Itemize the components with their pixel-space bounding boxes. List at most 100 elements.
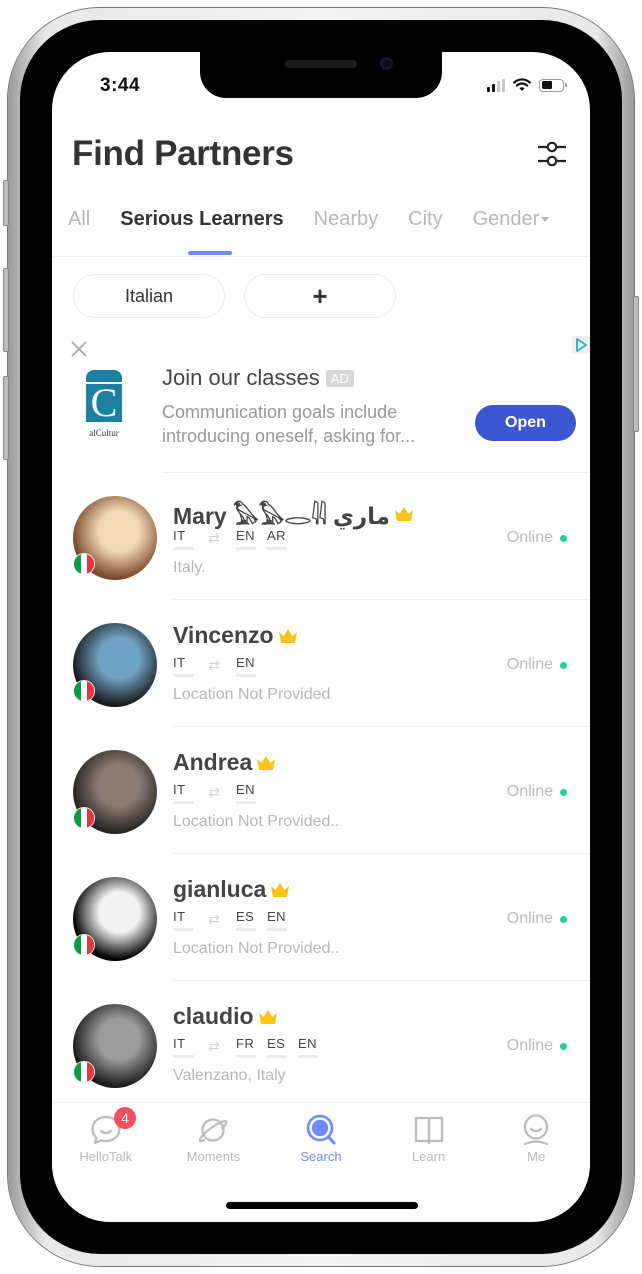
language-exchange: IT ⇄ FR ES EN — [173, 1036, 329, 1058]
filter-tabs: All Serious Learners Nearby City Gender — [68, 208, 550, 231]
mute-switch — [3, 180, 9, 226]
online-status-text: Online — [506, 656, 553, 673]
italy-flag-icon — [73, 1061, 95, 1083]
proficiency-bar — [267, 547, 287, 550]
vip-crown-icon — [271, 882, 290, 897]
ad-choices-button[interactable] — [572, 336, 590, 354]
language-exchange: IT ⇄ EN — [173, 782, 267, 804]
language-code: AR — [267, 528, 287, 543]
vip-crown-icon — [278, 628, 297, 643]
online-dot-icon — [560, 1042, 567, 1050]
unread-badge: 4 — [114, 1107, 136, 1129]
language-chip[interactable]: Italian — [73, 274, 225, 318]
proficiency-bar — [267, 1055, 287, 1058]
exchange-arrows-icon: ⇄ — [208, 657, 220, 673]
tab-city[interactable]: City — [408, 208, 442, 231]
language-en: EN — [236, 782, 256, 804]
partner-name-text: Andrea — [173, 749, 253, 775]
ad-description: Communication goals include introducing … — [162, 402, 416, 446]
proficiency-bar — [267, 928, 287, 931]
tab-all[interactable]: All — [68, 208, 90, 231]
partner-row[interactable]: claudio IT ⇄ FR ES EN Valenzano, Italy O… — [52, 981, 590, 1108]
language-en: EN — [267, 909, 287, 931]
tab-serious-learners[interactable]: Serious Learners — [120, 208, 283, 231]
online-status: Online — [507, 1037, 567, 1055]
language-code: IT — [173, 1036, 186, 1051]
online-status: Online — [507, 529, 567, 547]
vip-crown-icon — [395, 506, 414, 521]
cellular-signal-icon — [487, 78, 505, 92]
partner-name-text: claudio — [173, 1003, 254, 1029]
ad-title-text: Join our classes — [162, 365, 320, 390]
online-dot-icon — [560, 788, 567, 796]
online-dot-icon — [560, 534, 567, 542]
partner-name: gianluca — [173, 876, 290, 903]
language-code: ES — [267, 1036, 286, 1051]
proficiency-bar — [173, 1055, 194, 1058]
partner-location: Location Not Provided.. — [173, 940, 340, 957]
online-status-text: Online — [506, 910, 553, 927]
tabbar-moments[interactable]: Moments — [160, 1103, 268, 1170]
language-code: IT — [173, 655, 186, 670]
speaker — [285, 60, 357, 68]
proficiency-bar — [236, 801, 256, 804]
language-code: ES — [236, 909, 255, 924]
language-code: IT — [173, 909, 186, 924]
ad-logo: C alCultur — [80, 370, 128, 450]
status-icons — [487, 78, 567, 92]
partner-row[interactable]: Vincenzo IT ⇄ EN Location Not Provided O… — [52, 600, 590, 727]
partner-location: Italy. — [173, 559, 206, 576]
language-code: IT — [173, 782, 186, 797]
filter-button[interactable] — [536, 138, 568, 170]
ad-badge: AD — [325, 369, 354, 387]
partner-list: Mary 𓅃𓅃𓂋𓇌 ماري IT ⇄ EN AR Italy. Online — [52, 473, 590, 1108]
ad-close-button[interactable] — [70, 340, 88, 358]
language-it: IT — [173, 782, 194, 804]
power-button — [633, 296, 639, 432]
italy-flag-icon — [73, 807, 95, 829]
partner-row[interactable]: Mary 𓅃𓅃𓂋𓇌 ماري IT ⇄ EN AR Italy. Online — [52, 473, 590, 600]
partner-row[interactable]: Andrea IT ⇄ EN Location Not Provided.. O… — [52, 727, 590, 854]
online-dot-icon — [560, 661, 567, 669]
proficiency-bar — [236, 1055, 256, 1058]
language-code: FR — [236, 1036, 255, 1051]
proficiency-bar — [173, 547, 194, 550]
add-language-button[interactable]: + — [244, 274, 396, 318]
profile-icon — [524, 1114, 549, 1146]
battery-icon — [539, 78, 567, 92]
language-ar: AR — [267, 528, 287, 550]
tabbar-me[interactable]: Me — [482, 1103, 590, 1170]
ad-title: Join our classes AD — [162, 365, 354, 391]
language-exchange: IT ⇄ EN AR — [173, 528, 298, 550]
ad-open-button[interactable]: Open — [475, 405, 576, 441]
search-icon — [306, 1114, 336, 1145]
language-es: ES — [236, 909, 256, 931]
volume-down-button — [3, 376, 9, 460]
tab-nearby[interactable]: Nearby — [314, 208, 378, 231]
partner-location: Location Not Provided.. — [173, 813, 340, 830]
language-exchange: IT ⇄ ES EN — [173, 909, 298, 931]
tab-gender-label: Gender — [472, 208, 540, 230]
italy-flag-icon — [73, 553, 95, 575]
tabbar-search[interactable]: Search — [267, 1103, 375, 1170]
home-indicator — [226, 1202, 418, 1209]
online-status: Online — [507, 910, 567, 928]
active-tab-indicator — [188, 251, 232, 255]
planet-icon — [199, 1118, 228, 1143]
partner-name: Vincenzo — [173, 622, 298, 649]
language-it: IT — [173, 528, 194, 550]
tabbar-learn[interactable]: Learn — [375, 1103, 483, 1170]
front-camera — [380, 57, 393, 70]
tabs-divider — [52, 256, 590, 257]
partner-name-text: gianluca — [173, 876, 267, 902]
language-es: ES — [267, 1036, 287, 1058]
partner-name: claudio — [173, 1003, 278, 1030]
battery-level — [541, 81, 552, 89]
language-code: IT — [173, 528, 186, 543]
language-code: EN — [236, 782, 256, 797]
tabbar-hellotalk[interactable]: 4 HelloTalk — [52, 1103, 160, 1170]
tab-gender[interactable]: Gender — [473, 208, 550, 231]
partner-row[interactable]: gianluca IT ⇄ ES EN Location Not Provide… — [52, 854, 590, 981]
online-dot-icon — [560, 915, 567, 923]
notch — [200, 52, 442, 98]
